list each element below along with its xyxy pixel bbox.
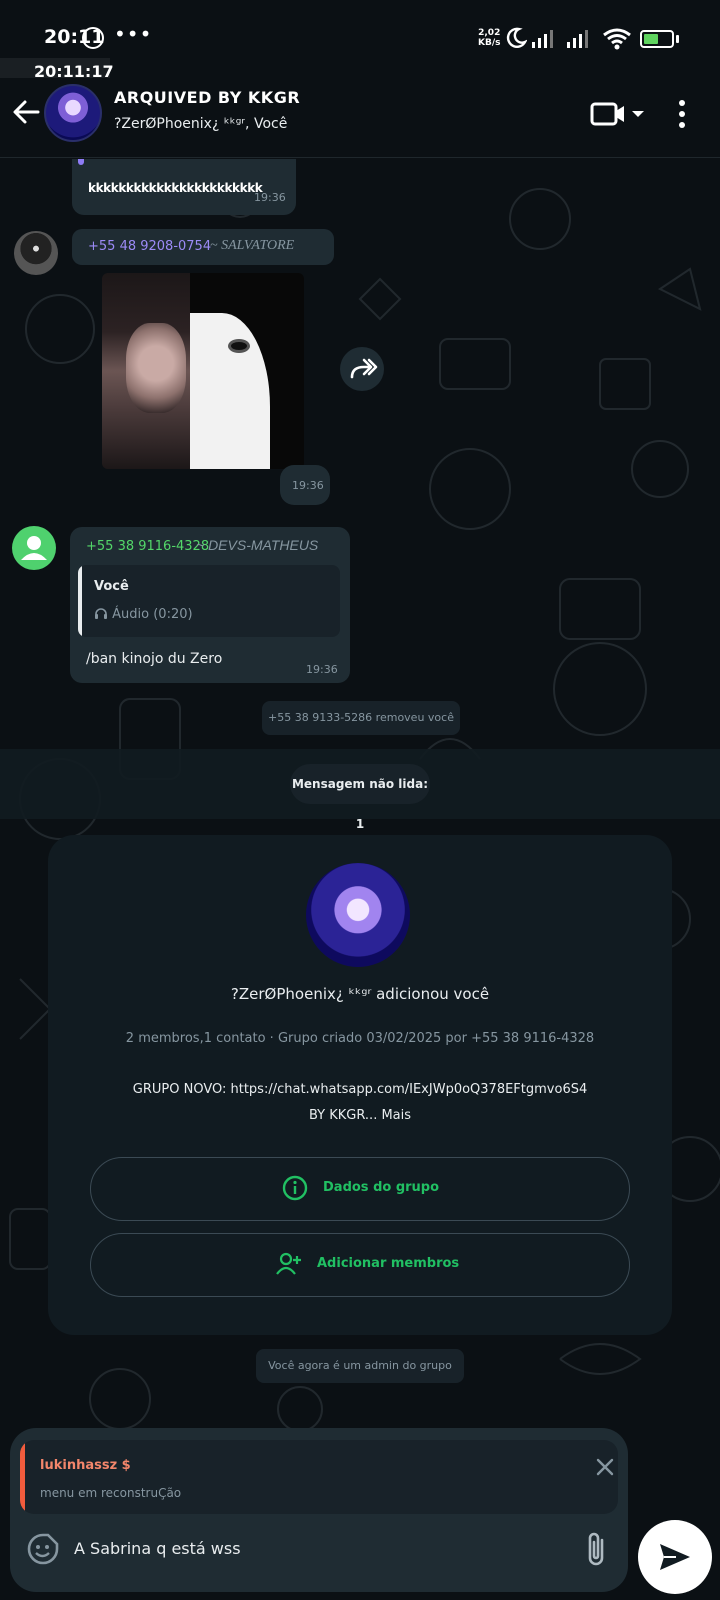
chat-header: ARQUIVED BY KKGR ?ZerØPhoenix¿ ᵏᵏᵍʳ, Voc… bbox=[0, 78, 720, 158]
group-meta: 2 membros,1 contato · Grupo criado 03/02… bbox=[125, 1031, 595, 1046]
close-reply-icon[interactable] bbox=[594, 1456, 616, 1478]
sender-phone: +55 38 9116-4328 bbox=[86, 539, 210, 554]
add-person-icon bbox=[276, 1252, 301, 1275]
info-icon bbox=[282, 1175, 308, 1201]
reply-preview[interactable]: lukinhassz $ menu em reconstruÇão bbox=[20, 1440, 618, 1514]
message-time: 19:36 bbox=[292, 479, 324, 492]
message-list[interactable]: kkkkkkkkkkkkkkkkkkkkkkk 19:36 +55 48 920… bbox=[0, 159, 720, 1429]
sticker-emoji-icon[interactable] bbox=[26, 1532, 60, 1566]
sender-phone: +55 48 9208-0754 bbox=[88, 239, 212, 254]
unread-divider: Mensagem não lida: 1 bbox=[290, 764, 430, 831]
quoted-audio: Áudio (0:20) bbox=[94, 607, 193, 622]
group-avatar-large[interactable] bbox=[306, 863, 410, 967]
reply-text: menu em reconstruÇão bbox=[40, 1486, 182, 1500]
message-text: kkkkkkkkkkkkkkkkkkkkkkk bbox=[88, 181, 263, 195]
message-bubble[interactable]: +55 38 9116-4328 ~ DEVS-MATHEUS Você Áud… bbox=[70, 527, 350, 683]
system-message: Você agora é um admin do grupo bbox=[256, 1349, 464, 1383]
back-arrow-icon[interactable] bbox=[10, 96, 42, 128]
quoted-author: Você bbox=[94, 579, 129, 594]
quoted-message[interactable]: Você Áudio (0:20) bbox=[78, 565, 340, 637]
do-not-disturb-icon bbox=[506, 27, 527, 48]
message-input[interactable] bbox=[74, 1528, 554, 1568]
sender-avatar[interactable] bbox=[14, 231, 58, 275]
more-options-icon[interactable] bbox=[676, 98, 688, 130]
group-info-card: ?ZerØPhoenix¿ ᵏᵏᵍʳ adicionou você 2 memb… bbox=[48, 835, 672, 1335]
message-text: /ban kinojo du Zero bbox=[86, 651, 223, 667]
signal-strength-icon-2 bbox=[567, 30, 588, 48]
more-notifications-icon: ••• bbox=[114, 22, 153, 46]
image-time-pill: 19:36 bbox=[280, 465, 330, 505]
group-added-title: ?ZerØPhoenix¿ ᵏᵏᵍʳ adicionou você bbox=[230, 985, 490, 1003]
add-members-button[interactable]: Adicionar membros bbox=[90, 1233, 630, 1297]
group-avatar[interactable] bbox=[44, 84, 102, 142]
message-time: 19:36 bbox=[254, 191, 286, 204]
send-button[interactable] bbox=[638, 1520, 712, 1594]
reply-author: lukinhassz $ bbox=[40, 1458, 131, 1473]
sender-avatar[interactable] bbox=[12, 526, 56, 570]
network-rate: 2,02 KB/s bbox=[478, 28, 501, 48]
signal-strength-icon bbox=[532, 30, 553, 48]
image-message[interactable] bbox=[102, 273, 304, 469]
group-description[interactable]: GRUPO NOVO: https://chat.whatsapp.com/IE… bbox=[88, 1077, 632, 1129]
sender-name: ~ DEVS-MATHEUS bbox=[196, 537, 319, 553]
attach-icon[interactable] bbox=[584, 1530, 610, 1568]
wifi-icon bbox=[603, 28, 631, 50]
message-bubble[interactable]: kkkkkkkkkkkkkkkkkkkkkkk 19:36 bbox=[72, 159, 296, 215]
group-name[interactable]: ARQUIVED BY KKGR bbox=[114, 88, 300, 107]
message-composer: lukinhassz $ menu em reconstruÇão bbox=[10, 1428, 628, 1592]
sender-header[interactable]: +55 48 9208-0754 ~ SALVATORE bbox=[72, 229, 334, 265]
forward-icon bbox=[350, 358, 378, 379]
message-time: 19:36 bbox=[306, 663, 338, 676]
send-icon bbox=[660, 1544, 690, 1570]
group-info-button[interactable]: Dados do grupo bbox=[90, 1157, 630, 1221]
default-avatar-icon bbox=[21, 536, 47, 560]
group-participants[interactable]: ?ZerØPhoenix¿ ᵏᵏᵍʳ, Você bbox=[114, 116, 287, 132]
sender-name: ~ SALVATORE bbox=[210, 238, 295, 253]
system-message: +55 38 9133-5286 removeu você bbox=[262, 701, 460, 735]
whatsapp-notification-icon bbox=[82, 27, 104, 49]
video-call-icon[interactable] bbox=[590, 100, 650, 128]
headphones-icon bbox=[95, 608, 107, 619]
battery-icon bbox=[640, 30, 674, 48]
forward-button[interactable] bbox=[340, 347, 384, 391]
